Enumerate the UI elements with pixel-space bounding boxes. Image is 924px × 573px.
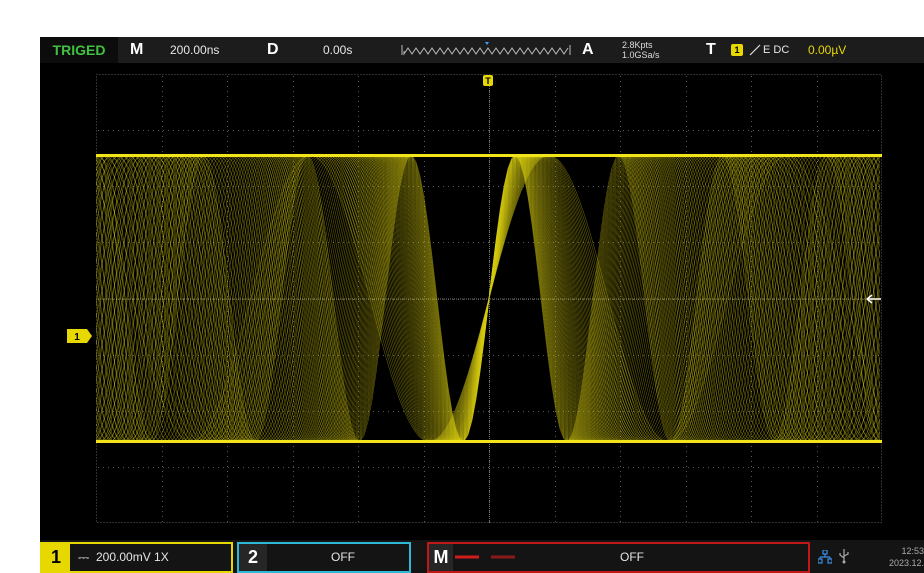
channel2-state: OFF xyxy=(331,550,355,564)
channel2-panel[interactable]: 2 OFF xyxy=(237,542,411,573)
sample-rate: 1.0GSa/s xyxy=(622,50,660,60)
waveform-area[interactable]: T xyxy=(96,74,882,523)
delay-value[interactable]: 0.00s xyxy=(323,37,352,63)
trigger-label[interactable]: T xyxy=(706,37,716,63)
usb-icon xyxy=(839,549,849,564)
oscilloscope-screen: TRIGED M 200.00ns D 0.00s A 2.8Kpts 1.0G… xyxy=(40,37,924,573)
math-label: M xyxy=(429,544,453,571)
channel-status-bar: 1 ⎓ 200.00mV 1X 2 OFF M OFF 12:53 2023.1… xyxy=(40,540,924,573)
network-icon xyxy=(818,550,832,564)
channel1-panel[interactable]: 1 ⎓ 200.00mV 1X xyxy=(40,542,233,573)
trigger-position-marker[interactable]: T xyxy=(483,75,493,86)
clock-date: 2023.12. xyxy=(888,558,924,568)
system-tray: 12:53 2023.12. xyxy=(816,542,924,573)
trigger-level[interactable]: 0.00µV xyxy=(808,37,846,63)
delay-label[interactable]: D xyxy=(267,37,279,63)
math-panel[interactable]: M OFF xyxy=(427,542,810,573)
math-state: OFF xyxy=(620,550,644,564)
overview-position-icon xyxy=(485,42,489,45)
main-timebase-label[interactable]: M xyxy=(130,37,143,63)
system-clock: 12:53 2023.12. xyxy=(889,545,924,569)
svg-text:1: 1 xyxy=(74,332,80,343)
svg-text:T: T xyxy=(485,76,491,86)
timebase-value[interactable]: 200.00ns xyxy=(170,37,219,63)
rising-edge-icon xyxy=(749,44,761,56)
clock-time: 12:53 xyxy=(901,546,924,556)
acquire-info[interactable]: 2.8Kpts 1.0GSa/s xyxy=(622,40,660,60)
trigger-status: TRIGED xyxy=(40,37,118,63)
channel1-number: 1 xyxy=(42,544,70,571)
trigger-mode[interactable]: E DC xyxy=(763,37,789,63)
acquire-label[interactable]: A xyxy=(582,37,594,63)
channel2-number: 2 xyxy=(239,544,267,571)
math-waveform-icon xyxy=(455,555,515,559)
top-status-bar: TRIGED M 200.00ns D 0.00s A 2.8Kpts 1.0G… xyxy=(40,37,924,63)
channel1-scale: 200.00mV 1X xyxy=(96,550,169,564)
dc-coupling-icon: ⎓ xyxy=(78,549,90,565)
trigger-source-badge: 1 xyxy=(731,44,743,56)
channel1-offset-marker[interactable]: 1 xyxy=(67,329,93,343)
memory-overview-waveform[interactable] xyxy=(400,42,572,58)
memory-depth: 2.8Kpts xyxy=(622,40,653,50)
